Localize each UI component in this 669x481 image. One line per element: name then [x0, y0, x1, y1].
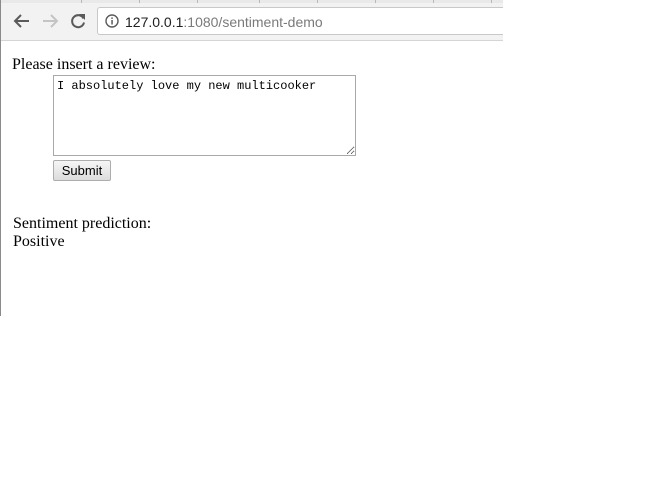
browser-window: 127.0.0.1:1080/sentiment-demo Please ins…: [0, 0, 503, 316]
back-button[interactable]: [10, 9, 34, 33]
reload-button[interactable]: [66, 9, 90, 33]
back-arrow-icon: [13, 14, 29, 28]
url-host: 127.0.0.1: [125, 14, 184, 30]
forward-arrow-icon: [43, 14, 59, 28]
address-bar[interactable]: 127.0.0.1:1080/sentiment-demo: [97, 7, 503, 35]
info-icon[interactable]: [105, 14, 119, 28]
review-prompt-label: Please insert a review:: [12, 56, 156, 73]
forward-button[interactable]: [38, 9, 62, 33]
sentiment-prediction-value: Positive: [13, 233, 65, 250]
browser-toolbar: 127.0.0.1:1080/sentiment-demo: [1, 0, 503, 41]
tab-strip: [1, 0, 503, 3]
reload-icon: [71, 14, 85, 29]
sentiment-prediction-label: Sentiment prediction:: [13, 215, 152, 232]
submit-button[interactable]: Submit: [53, 160, 111, 181]
url-path: :1080/sentiment-demo: [183, 14, 323, 30]
url-text[interactable]: 127.0.0.1:1080/sentiment-demo: [125, 14, 323, 30]
review-textarea[interactable]: I absolutely love my new multicooker: [53, 75, 356, 156]
page-content: Please insert a review:: [12, 56, 156, 74]
